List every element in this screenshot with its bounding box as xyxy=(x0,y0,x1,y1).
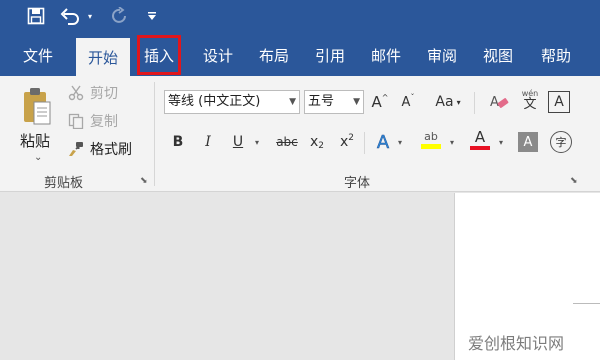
tab-mailings[interactable]: 邮件 xyxy=(364,34,408,76)
redo-icon[interactable] xyxy=(108,4,132,28)
highlight-dropdown-icon[interactable]: ▾ xyxy=(450,138,454,147)
ribbon: 粘贴 ⌄ 剪切 复制 格式刷 剪贴板 ⬊ 等线 (中文正文) ▼ 五号 ▼ A ^… xyxy=(0,76,600,192)
undo-icon[interactable] xyxy=(58,4,82,28)
superscript-button[interactable]: x2 xyxy=(336,130,358,154)
chevron-down-icon: ⌄ xyxy=(34,152,43,163)
tab-view[interactable]: 视图 xyxy=(476,34,520,76)
chevron-down-icon: ▼ xyxy=(353,97,360,107)
shrink-font-glyph: A xyxy=(401,94,411,110)
caret-down-icon: ˇ xyxy=(410,92,415,102)
clipboard-launcher-icon[interactable]: ⬊ xyxy=(140,176,150,186)
font-color-button[interactable]: A xyxy=(468,128,492,152)
save-icon[interactable] xyxy=(24,4,48,28)
character-shading-button[interactable]: A xyxy=(518,132,538,152)
quick-access-toolbar: ▾ xyxy=(0,0,600,34)
eraser-icon: A xyxy=(490,95,509,110)
underline-button[interactable]: U xyxy=(228,130,248,154)
phonetic-char: 文 xyxy=(523,96,537,112)
chevron-down-icon: ▾ xyxy=(456,97,461,107)
customize-toolbar-icon[interactable] xyxy=(144,4,160,28)
tab-references[interactable]: 引用 xyxy=(308,34,352,76)
character-border-button[interactable]: A xyxy=(548,91,570,113)
text-effects-button[interactable]: A xyxy=(372,130,394,154)
tab-home[interactable]: 开始 xyxy=(76,38,130,76)
clipboard-group-label: 剪贴板 xyxy=(44,176,84,191)
undo-dropdown-icon[interactable]: ▾ xyxy=(84,4,96,28)
superscript-glyph: x xyxy=(339,134,349,150)
enclose-characters-button[interactable]: 字 xyxy=(550,131,572,153)
group-divider xyxy=(154,82,155,186)
character-border-glyph: A xyxy=(554,94,564,110)
format-painter-button[interactable]: 格式刷 xyxy=(66,138,132,160)
font-color-dropdown-icon[interactable]: ▾ xyxy=(499,138,503,147)
scissors-icon xyxy=(66,84,86,102)
divider xyxy=(364,132,365,154)
copy-icon xyxy=(66,112,86,130)
watermark-text: 爱创根知识网 xyxy=(468,334,565,353)
highlight-button[interactable]: ab xyxy=(418,128,444,152)
italic-button[interactable]: I xyxy=(198,130,218,154)
highlight-glyph: ab xyxy=(424,130,438,143)
grow-font-glyph: A xyxy=(371,93,382,111)
tab-review[interactable]: 审阅 xyxy=(420,34,464,76)
copy-label: 复制 xyxy=(90,114,118,130)
subscript-glyph: x xyxy=(309,134,319,150)
tab-design[interactable]: 设计 xyxy=(196,34,240,76)
strikethrough-button[interactable]: abc xyxy=(272,130,302,154)
font-name-select[interactable]: 等线 (中文正文) ▼ xyxy=(164,90,300,114)
subscript-mark: 2 xyxy=(318,141,325,151)
cut-button[interactable]: 剪切 xyxy=(66,82,118,104)
highlight-color-swatch xyxy=(421,144,441,149)
superscript-mark: 2 xyxy=(348,133,355,143)
clear-formatting-button[interactable]: A xyxy=(488,90,512,114)
shrink-font-button[interactable]: Aˇ xyxy=(398,90,418,114)
phonetic-guide-button[interactable]: wén 文 xyxy=(518,88,542,112)
font-size-select[interactable]: 五号 ▼ xyxy=(304,90,364,114)
grow-font-button[interactable]: A ^ xyxy=(370,90,390,114)
font-name-value: 等线 (中文正文) xyxy=(168,94,261,109)
divider xyxy=(474,92,475,114)
chevron-down-icon: ▼ xyxy=(289,97,296,107)
change-case-button[interactable]: Aa ▾ xyxy=(432,90,464,114)
paintbrush-icon xyxy=(66,140,86,158)
subscript-button[interactable]: x2 xyxy=(306,130,328,154)
underline-dropdown-icon[interactable]: ▾ xyxy=(255,138,259,147)
caret-up-icon: ^ xyxy=(381,92,389,102)
change-case-glyph: Aa xyxy=(435,94,454,110)
tab-layout[interactable]: 布局 xyxy=(252,34,296,76)
bold-button[interactable]: B xyxy=(168,130,188,154)
tab-help[interactable]: 帮助 xyxy=(534,34,578,76)
svg-text:A: A xyxy=(490,95,499,110)
paste-button[interactable]: 粘贴 ⌄ xyxy=(14,82,60,166)
margin-marker xyxy=(573,303,600,304)
paste-label: 粘贴 xyxy=(20,132,51,150)
tab-file[interactable]: 文件 xyxy=(12,34,64,76)
font-launcher-icon[interactable]: ⬊ xyxy=(570,176,580,186)
text-effects-dropdown-icon[interactable]: ▾ xyxy=(398,138,402,147)
copy-button[interactable]: 复制 xyxy=(66,110,118,132)
tab-insert[interactable]: 插入 xyxy=(136,34,182,76)
format-painter-label: 格式刷 xyxy=(90,142,132,158)
font-size-value: 五号 xyxy=(308,94,335,109)
cut-label: 剪切 xyxy=(90,86,118,102)
ribbon-tabs: 文件 开始 插入 设计 布局 引用 邮件 审阅 视图 帮助 xyxy=(0,34,600,76)
font-color-swatch xyxy=(470,146,490,150)
font-group-label: 字体 xyxy=(344,176,371,191)
clipboard-icon xyxy=(24,88,51,125)
font-color-glyph: A xyxy=(474,128,486,146)
